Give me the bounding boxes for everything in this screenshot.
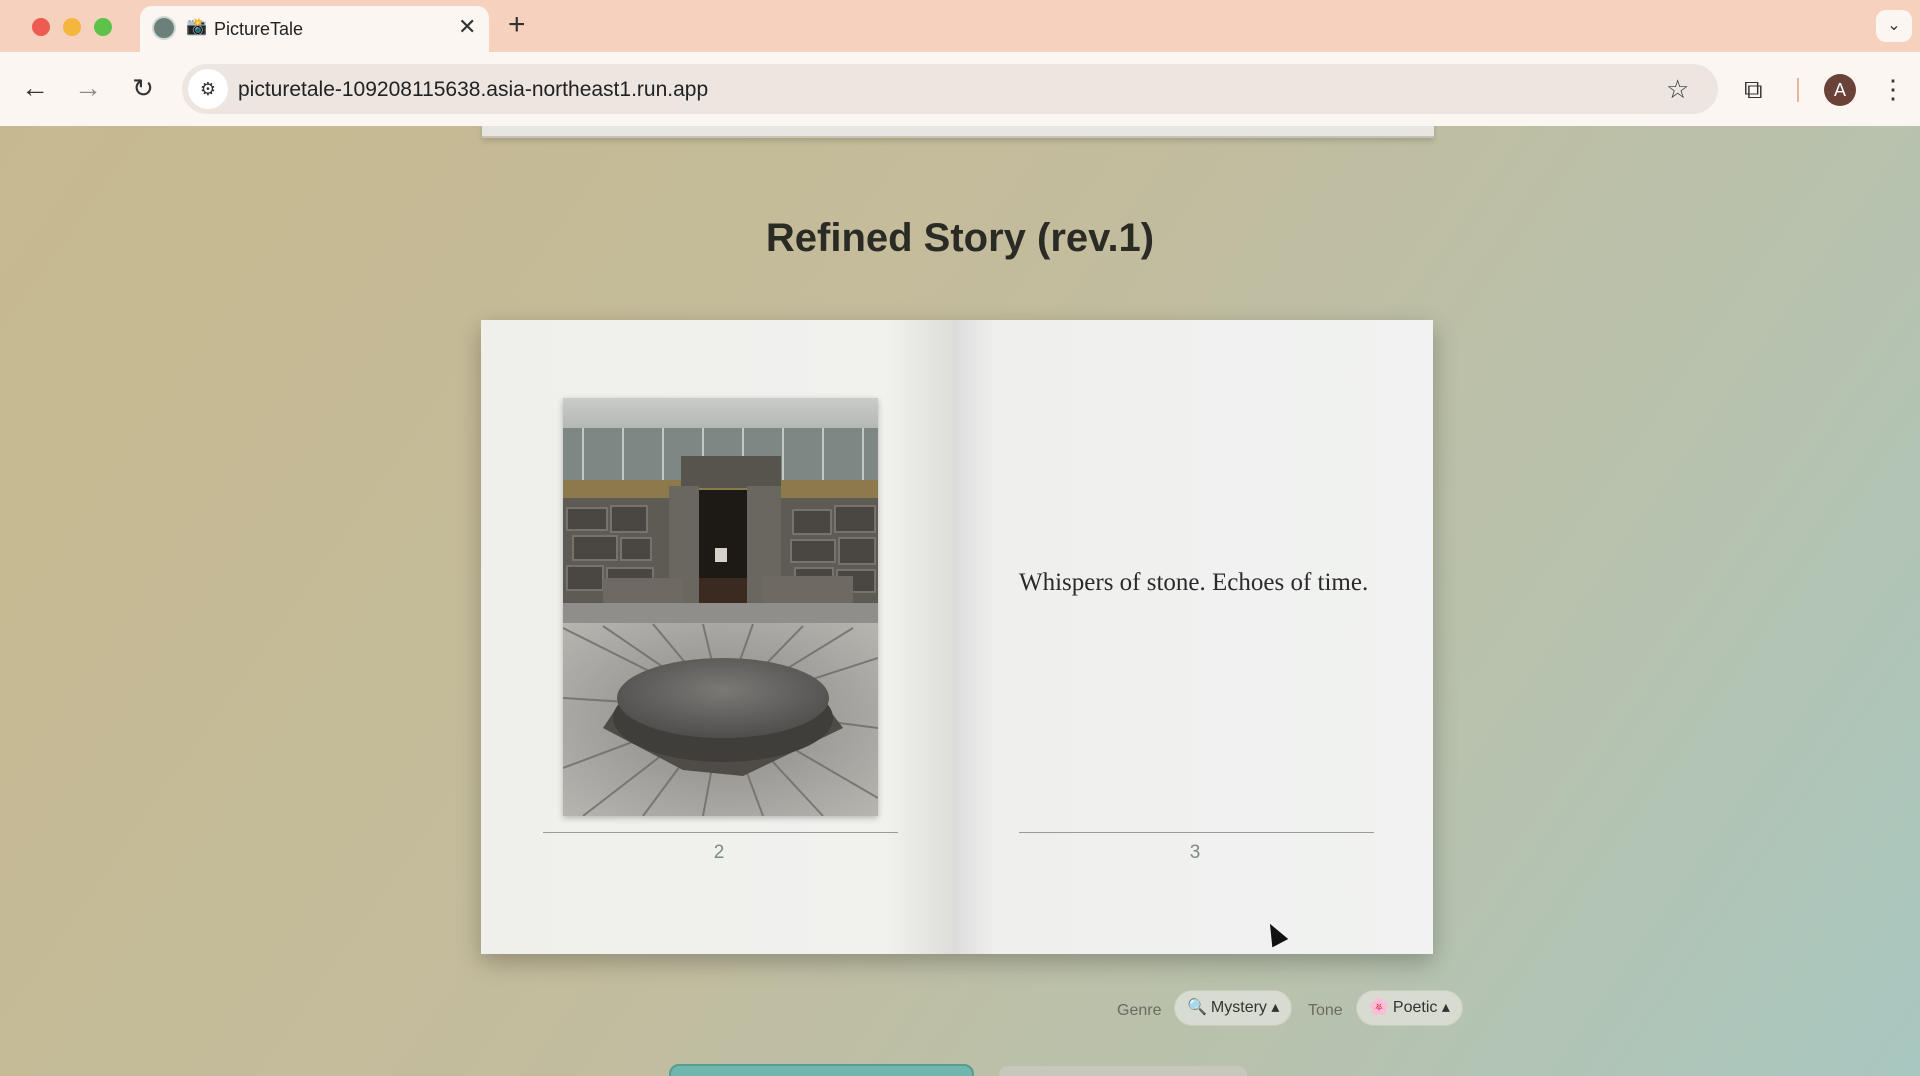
blossom-icon: 🌸 [1369, 999, 1389, 1016]
address-bar[interactable]: ⚙ picturetale-109208115638.asia-northeas… [182, 64, 1718, 114]
right-page: Whispers of stone. Echoes of time. 3 [957, 320, 1433, 954]
toolbar-divider [1797, 78, 1799, 102]
camera-icon: 📸 [186, 17, 208, 36]
genre-dropdown[interactable]: 🔍 Mystery ▴ [1174, 990, 1293, 1026]
browser-menu-icon[interactable]: ⋮ [1880, 72, 1906, 106]
tab-title: PictureTale [214, 19, 304, 39]
page-number-left: 2 [713, 842, 725, 863]
tab-search-chevron-icon[interactable]: ⌄ [1876, 10, 1912, 42]
close-window-button[interactable] [32, 18, 50, 36]
bookmark-star-icon[interactable]: ☆ [1666, 74, 1689, 104]
back-button[interactable]: ← [17, 70, 53, 106]
page-viewport: Refined Story (rev.1) 2 Whispers of ston… [0, 126, 1920, 1076]
close-tab-icon[interactable]: ✕ [458, 16, 476, 38]
site-settings-icon[interactable]: ⚙ [188, 69, 228, 109]
new-tab-button[interactable]: + [508, 10, 526, 40]
url-text[interactable]: picturetale-109208115638.asia-northeast1… [238, 78, 708, 102]
page-divider-line [543, 832, 898, 833]
forward-button[interactable]: → [70, 70, 106, 106]
tone-label: Tone [1308, 1002, 1343, 1019]
magnifier-icon: 🔍 [1187, 999, 1207, 1016]
page-divider-line [1019, 832, 1374, 833]
profile-avatar[interactable]: A [1824, 74, 1856, 106]
reload-button[interactable]: ↻ [125, 70, 161, 106]
tab-strip: 📸 PictureTale ✕ + ⌄ [0, 0, 1920, 52]
action-button-secondary[interactable] [999, 1066, 1247, 1076]
previous-book-edge [482, 126, 1434, 138]
minimize-window-button[interactable] [63, 18, 81, 36]
browser-toolbar: ← → ↻ ⚙ picturetale-109208115638.asia-no… [0, 52, 1920, 126]
favicon-icon [152, 16, 176, 40]
story-photo [563, 398, 878, 816]
page-number-right: 3 [1189, 842, 1201, 863]
storybook-spread: 2 Whispers of stone. Echoes of time. 3 [481, 320, 1433, 954]
tone-value: Poetic ▴ [1392, 999, 1450, 1016]
genre-value: Mystery ▴ [1210, 999, 1280, 1016]
maximize-window-button[interactable] [94, 18, 112, 36]
story-title: Refined Story (rev.1) [765, 216, 1155, 260]
left-page: 2 [481, 320, 957, 954]
tone-dropdown[interactable]: 🌸 Poetic ▴ [1356, 990, 1463, 1026]
genre-label: Genre [1117, 1002, 1162, 1019]
action-button-primary[interactable] [669, 1064, 974, 1076]
story-text: Whispers of stone. Echoes of time. [1019, 569, 1369, 596]
extensions-puzzle-icon[interactable]: ⧉ [1744, 74, 1763, 104]
active-tab[interactable]: 📸 PictureTale ✕ [140, 6, 489, 52]
